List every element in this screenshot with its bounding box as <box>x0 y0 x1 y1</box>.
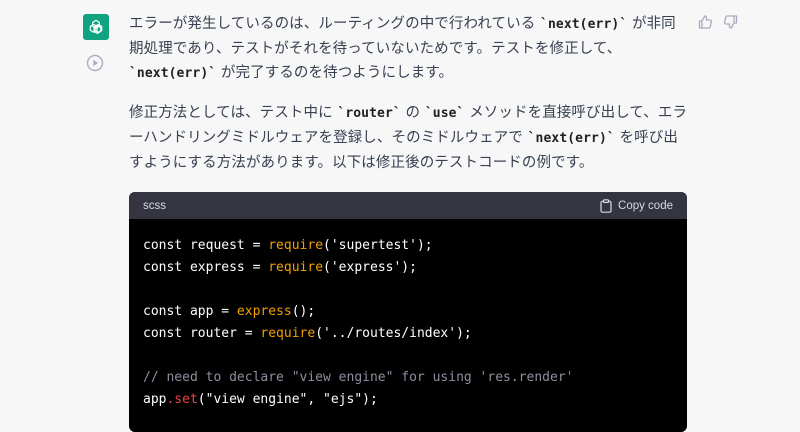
text-run: が完了するのを待つようにします。 <box>216 65 454 81</box>
text-run: エラーが発生しているのは、ルーティングの中で行われている <box>129 16 541 32</box>
code-function: express <box>236 304 292 319</box>
code-function: require <box>268 238 324 253</box>
copy-code-label: Copy code <box>618 199 673 212</box>
code-token: ("view engine", "ejs"); <box>197 392 378 407</box>
code-function: require <box>268 260 324 275</box>
code-token: ('supertest'); <box>323 238 433 253</box>
copy-code-button[interactable]: Copy code <box>600 198 673 213</box>
code-line: const express = require('express'); <box>143 257 673 279</box>
code-token: ('express'); <box>323 260 417 275</box>
thumbs-up-icon[interactable] <box>697 14 713 30</box>
code-token: const app = <box>143 304 237 319</box>
text-run: 修正方法としては、テスト中に <box>129 105 338 121</box>
code-line: const app = express(); <box>143 301 673 323</box>
code-block: scss Copy code const request = require('… <box>129 192 687 432</box>
text-run: の <box>400 105 425 121</box>
clipboard-icon <box>600 198 612 213</box>
thumbs-down-icon[interactable] <box>723 14 739 30</box>
inline-code: `next(err)` <box>540 17 628 32</box>
response-paragraph-2: 修正方法としては、テスト中に `router` の `use` メソッドを直接呼… <box>129 101 689 175</box>
code-function: require <box>260 326 316 341</box>
code-block-header: scss Copy code <box>129 192 687 219</box>
code-token: ('../routes/index'); <box>315 326 472 341</box>
play-icon[interactable] <box>86 54 104 72</box>
code-line: const request = require('supertest'); <box>143 235 673 257</box>
code-token: const express = <box>143 260 269 275</box>
inline-code: `next(err)` <box>129 66 217 81</box>
code-token: (); <box>291 304 316 319</box>
code-line: app.set("view engine", "ejs"); <box>143 389 673 411</box>
code-comment: // need to declare "view engine" for usi… <box>143 370 574 385</box>
inline-code: `router` <box>337 106 401 121</box>
inline-code: `next(err)` <box>527 131 615 146</box>
code-language-label: scss <box>143 199 166 212</box>
code-token: app <box>143 392 167 407</box>
code-line: const router = require('../routes/index'… <box>143 323 673 345</box>
openai-logo-icon <box>89 19 103 34</box>
code-line: // need to declare "view engine" for usi… <box>143 367 673 389</box>
inline-code: `use` <box>424 106 465 121</box>
feedback-buttons <box>697 14 739 30</box>
code-token: const router = <box>143 326 261 341</box>
code-method: .set <box>166 392 198 407</box>
code-token: const request = <box>143 238 269 253</box>
assistant-avatar <box>83 14 109 40</box>
code-content: const request = require('supertest'); con… <box>129 219 687 427</box>
response-paragraph-1: エラーが発生しているのは、ルーティングの中で行われている `next(err)`… <box>129 12 689 86</box>
